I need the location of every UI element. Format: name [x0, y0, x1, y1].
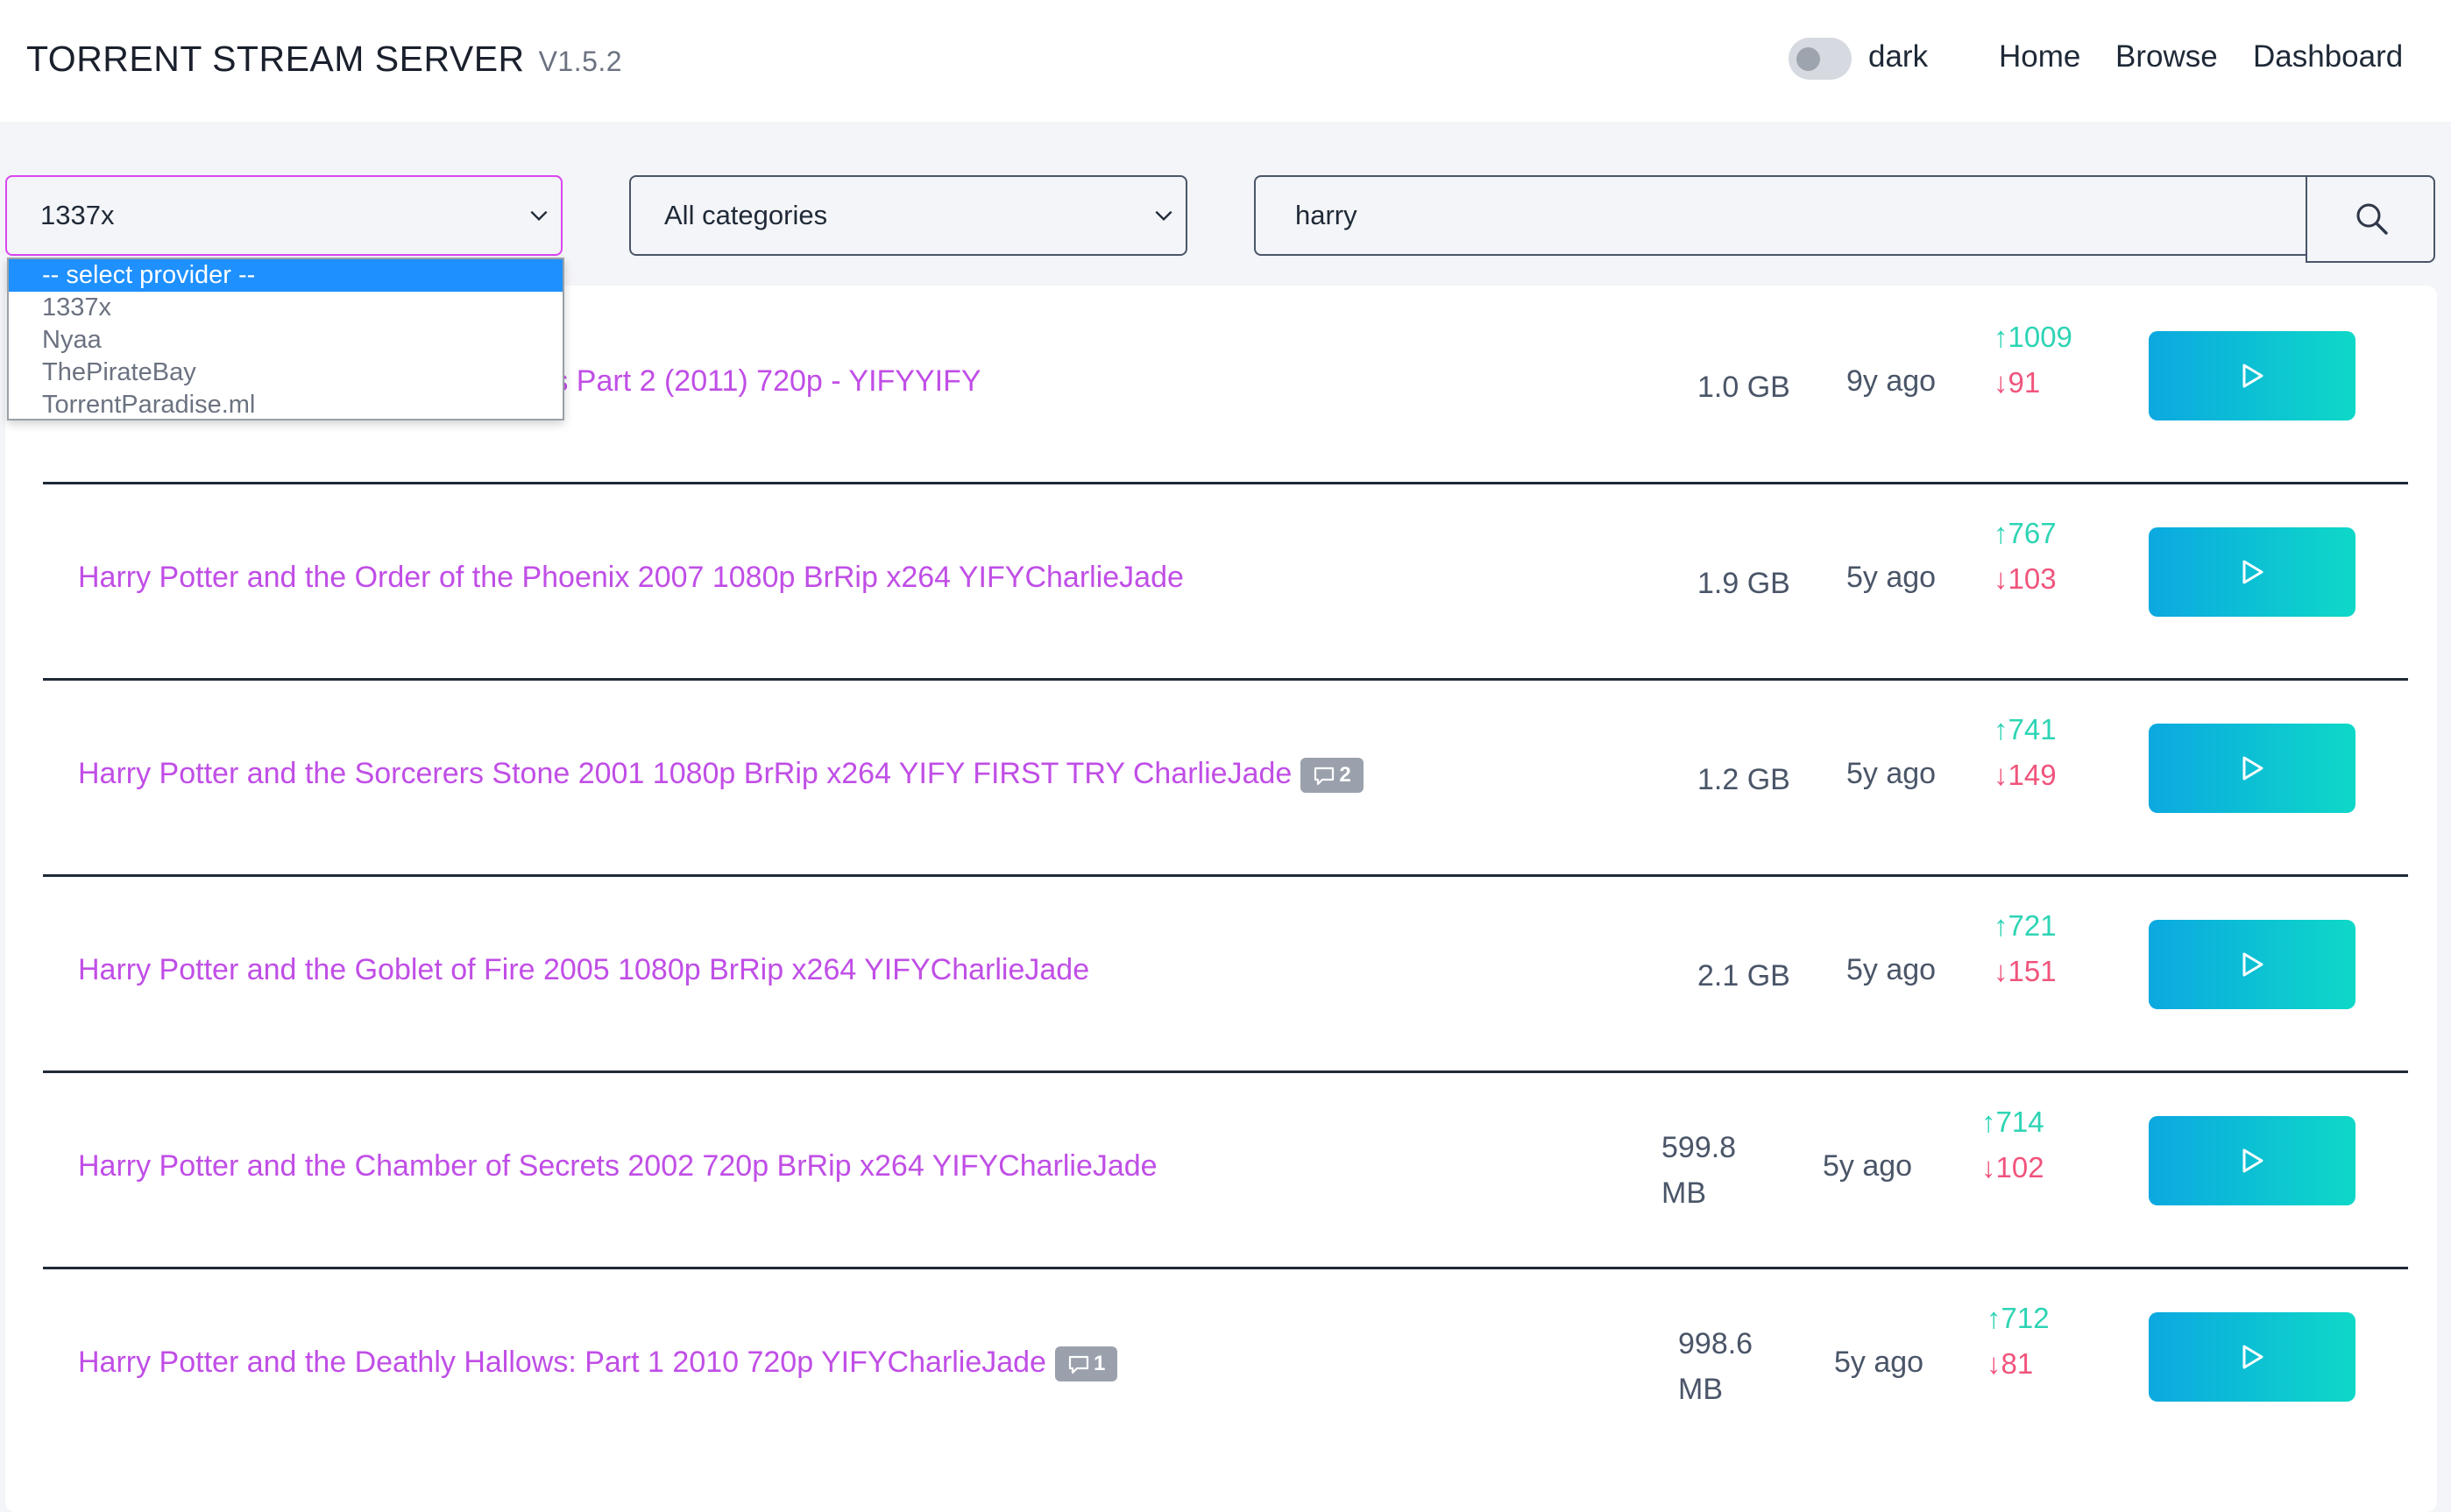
- dark-mode-label: dark: [1868, 39, 1929, 74]
- chevron-down-icon: [1155, 210, 1172, 222]
- search-input-value: harry: [1295, 200, 1357, 230]
- search-input[interactable]: harry: [1254, 175, 2306, 256]
- play-icon: [2242, 364, 2263, 388]
- provider-option-nyaa[interactable]: Nyaa: [9, 324, 563, 357]
- result-row: Harry Potter and the Sorcerers Stone 200…: [43, 678, 2408, 877]
- result-size: 2.1 GB: [1697, 959, 1790, 993]
- result-size: 599.8 MB: [1661, 1131, 1737, 1210]
- provider-select-value: 1337x: [40, 200, 115, 230]
- play-button[interactable]: [2149, 1312, 2355, 1402]
- play-button[interactable]: [2149, 331, 2355, 420]
- app-title: TORRENT STREAM SERVER: [26, 39, 525, 79]
- result-row: Harry Potter and the Chamber of Secrets …: [43, 1070, 2408, 1269]
- top-header: TORRENT STREAM SERVER V1.5.2 dark Home B…: [0, 0, 2451, 122]
- provider-dropdown-list: -- select provider -- 1337x Nyaa ThePira…: [7, 258, 564, 420]
- toggle-knob: [1796, 47, 1820, 71]
- play-icon: [2242, 560, 2263, 584]
- play-button[interactable]: [2149, 1116, 2355, 1205]
- result-age: 5y ago: [1846, 561, 1937, 594]
- play-button[interactable]: [2149, 527, 2355, 617]
- result-age: 5y ago: [1846, 953, 1937, 986]
- result-size: 1.0 GB: [1697, 371, 1790, 404]
- comment-icon: [1314, 767, 1335, 785]
- category-select-value: All categories: [664, 200, 828, 230]
- result-title: Harry Potter and the Sorcerers Stone 200…: [78, 757, 1364, 794]
- result-row: Harry Potter and the Deathly Hallows: Pa…: [43, 1267, 2408, 1463]
- play-icon: [2242, 1148, 2263, 1173]
- category-select[interactable]: All categories: [629, 175, 1187, 256]
- result-leechers: ↓151: [1994, 955, 2057, 987]
- result-size: 1.2 GB: [1697, 763, 1790, 796]
- play-button[interactable]: [2149, 920, 2355, 1009]
- result-seeders: ↑767: [1994, 517, 2057, 549]
- result-size: 998.6 MB: [1678, 1327, 1753, 1406]
- play-icon: [2242, 1345, 2263, 1369]
- play-icon: [2242, 952, 2263, 977]
- result-leechers: ↓149: [1994, 759, 2057, 791]
- result-age: 5y ago: [1823, 1149, 1913, 1183]
- app-brand: TORRENT STREAM SERVER V1.5.2: [26, 39, 622, 80]
- dark-mode-toggle[interactable]: [1789, 38, 1852, 80]
- comments-count: 2: [1339, 763, 1351, 788]
- result-row: Harry Potter and the Order of the Phoeni…: [43, 482, 2408, 681]
- result-size: 1.9 GB: [1697, 567, 1790, 600]
- result-leechers: ↓102: [1981, 1151, 2044, 1183]
- comments-count: 1: [1093, 1352, 1106, 1376]
- result-row: Harry Potter and the Goblet of Fire 2005…: [43, 874, 2408, 1073]
- result-seeders: ↑1009: [1994, 321, 2072, 353]
- result-title-link[interactable]: Harry Potter and the Sorcerers Stone 200…: [78, 757, 1292, 790]
- provider-option-thepiratebay[interactable]: ThePirateBay: [9, 357, 563, 389]
- nav-dashboard[interactable]: Dashboard: [2253, 39, 2403, 74]
- result-seeders: ↑721: [1994, 909, 2057, 942]
- result-title-link[interactable]: Harry Potter and the Deathly Hallows: Pa…: [78, 1346, 1046, 1379]
- comments-badge[interactable]: 1: [1054, 1346, 1118, 1382]
- play-icon: [2242, 756, 2263, 781]
- provider-option-placeholder[interactable]: -- select provider --: [9, 259, 563, 292]
- result-leechers: ↓103: [1994, 562, 2057, 595]
- provider-option-1337x[interactable]: 1337x: [9, 292, 563, 324]
- result-title-link[interactable]: Harry Potter and the Order of the Phoeni…: [78, 561, 1184, 595]
- comments-badge[interactable]: 2: [1300, 758, 1364, 794]
- chevron-down-icon: [530, 210, 548, 222]
- comment-icon: [1068, 1355, 1089, 1374]
- result-seeders: ↑741: [1994, 713, 2057, 745]
- nav-browse[interactable]: Browse: [2115, 39, 2218, 74]
- result-age: 5y ago: [1834, 1346, 1924, 1379]
- search-button[interactable]: [2306, 175, 2435, 263]
- search-icon: [2356, 203, 2388, 235]
- play-button[interactable]: [2149, 724, 2355, 813]
- result-seeders: ↑714: [1981, 1106, 2044, 1138]
- results-card: Harry Potter and the Deathly Hallows Par…: [5, 286, 2437, 1512]
- result-age: 5y ago: [1846, 757, 1937, 790]
- result-leechers: ↓81: [1987, 1347, 2034, 1380]
- provider-option-torrentparadise[interactable]: TorrentParadise.ml: [9, 389, 563, 421]
- result-title: Harry Potter and the Deathly Hallows: Pa…: [78, 1346, 1118, 1382]
- result-seeders: ↑712: [1987, 1302, 2050, 1334]
- result-title-link[interactable]: Harry Potter and the Chamber of Secrets …: [78, 1149, 1158, 1183]
- result-leechers: ↓91: [1994, 366, 2041, 399]
- nav-home[interactable]: Home: [1999, 39, 2080, 74]
- app-version: V1.5.2: [538, 46, 623, 77]
- result-age: 9y ago: [1846, 364, 1937, 398]
- result-title-link[interactable]: Harry Potter and the Goblet of Fire 2005…: [78, 953, 1089, 987]
- provider-select[interactable]: 1337x: [5, 175, 563, 256]
